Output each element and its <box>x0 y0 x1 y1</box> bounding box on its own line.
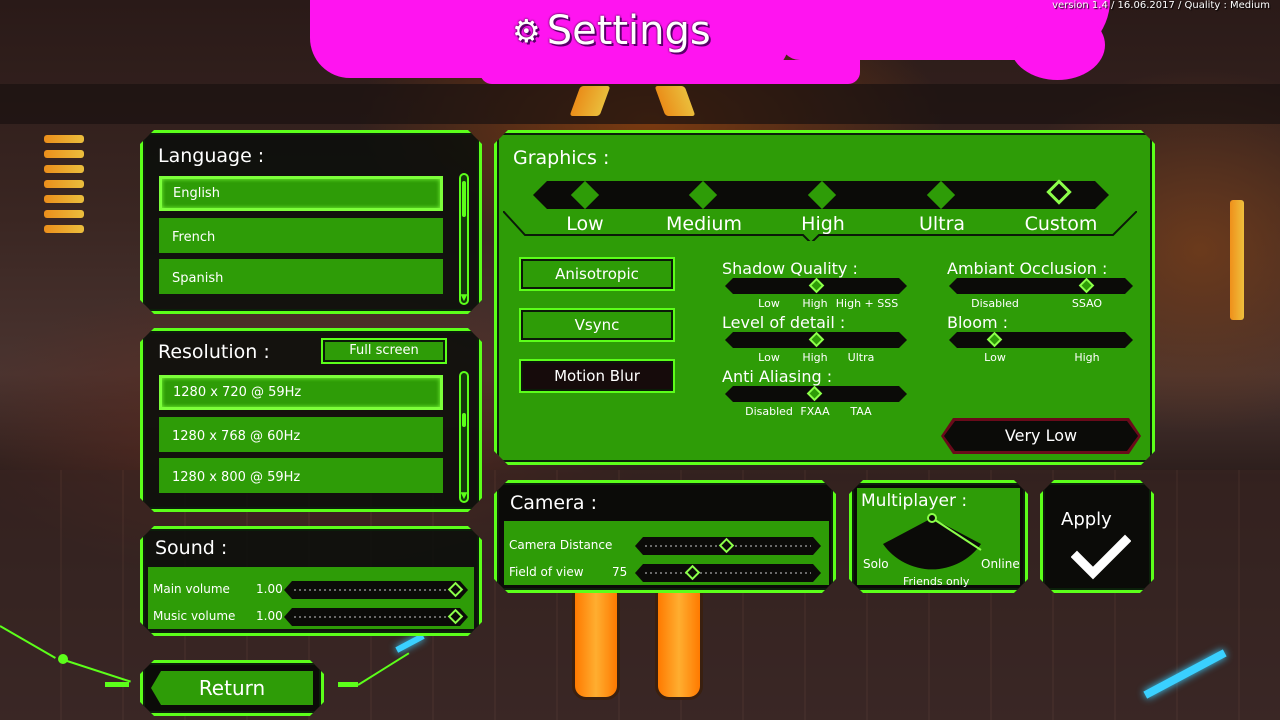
multiplayer-controls: Multiplayer : Solo Friends only Online <box>857 488 1020 585</box>
multiplayer-selector[interactable] <box>877 510 987 580</box>
multiplayer-option-online[interactable]: Online <box>981 557 1020 571</box>
bg-light <box>44 225 84 233</box>
level-of-detail-title: Level of detail : <box>722 313 846 332</box>
sound-panel: Sound : Main volume 1.00 Music volume 1.… <box>140 526 482 636</box>
multiplayer-option-solo[interactable]: Solo <box>863 557 889 571</box>
shadow-quality-title: Shadow Quality : <box>722 259 858 278</box>
music-volume-value: 1.00 <box>256 609 283 623</box>
anti-aliasing-title: Anti Aliasing : <box>722 367 833 386</box>
vsync-toggle[interactable]: Vsync <box>521 310 673 340</box>
resolution-item[interactable]: 1280 x 768 @ 60Hz <box>159 417 443 452</box>
ao-option: SSAO <box>1071 297 1103 310</box>
resolution-item[interactable]: 1280 x 720 @ 59Hz <box>159 375 443 410</box>
bloom-option: Low <box>984 351 1006 364</box>
fov-value: 75 <box>612 565 628 579</box>
language-item-english[interactable]: English <box>159 176 443 211</box>
version-label: version 1.4 / 16.06.2017 / Quality : Med… <box>1052 0 1270 11</box>
connector-line <box>105 682 129 687</box>
bg-light <box>1230 200 1244 320</box>
camera-distance-label: Camera Distance <box>509 538 613 552</box>
shadow-option: High + SSS <box>835 297 899 310</box>
language-scrollbar[interactable] <box>459 173 469 305</box>
sound-controls: Main volume 1.00 Music volume 1.00 <box>148 567 474 629</box>
scrollbar-thumb[interactable] <box>462 413 466 427</box>
slider-ticks <box>294 616 458 618</box>
ambiant-occlusion-title: Ambiant Occlusion : <box>947 259 1108 278</box>
bg-light <box>44 210 84 218</box>
camera-controls: Camera Distance Field of view 75 <box>504 521 829 585</box>
gear-icon: ⚙ <box>512 12 541 50</box>
fov-label: Field of view <box>509 565 584 579</box>
resolution-header: Resolution : <box>158 341 270 363</box>
title-banner-bg <box>480 60 860 84</box>
apply-button[interactable]: Apply <box>1040 480 1154 593</box>
ambiant-occlusion-slider[interactable] <box>949 278 1133 294</box>
bloom-title: Bloom : <box>947 313 1009 332</box>
page-title: ⚙ Settings <box>512 4 711 58</box>
camera-header: Camera : <box>510 492 598 514</box>
very-low-button[interactable]: Very Low <box>944 421 1138 451</box>
main-volume-slider[interactable] <box>284 581 468 599</box>
aa-option: TAA <box>850 405 872 418</box>
language-panel: Language : English French Spanish ▼ <box>140 130 482 314</box>
checkmark-icon <box>1071 533 1131 581</box>
bg-ceiling <box>0 84 1280 124</box>
music-volume-label: Music volume <box>153 609 236 623</box>
slider-ticks <box>645 572 811 574</box>
graphics-panel: Graphics : Low Medium High Ultra Custom … <box>494 130 1155 465</box>
character-leg <box>572 580 620 700</box>
character-leg <box>655 580 703 700</box>
lod-option: Ultra <box>847 351 875 364</box>
very-low-button-frame: Very Low <box>941 418 1141 454</box>
graphics-divider <box>503 211 1137 241</box>
bg-light <box>44 180 84 188</box>
bg-light <box>44 195 84 203</box>
return-frame: Return <box>140 660 324 716</box>
title-banner-bg <box>1010 10 1105 80</box>
fullscreen-button[interactable]: Full screen <box>323 340 445 362</box>
ao-option: Disabled <box>971 297 1019 310</box>
resolution-item[interactable]: 1280 x 800 @ 59Hz <box>159 458 443 493</box>
sound-header: Sound : <box>155 537 228 559</box>
language-header: Language : <box>158 145 265 167</box>
motion-blur-toggle[interactable]: Motion Blur <box>521 361 673 391</box>
main-volume-value: 1.00 <box>256 582 283 596</box>
resolution-scrollbar[interactable] <box>459 371 469 503</box>
language-item-spanish[interactable]: Spanish <box>159 259 443 294</box>
return-button[interactable]: Return <box>151 671 313 705</box>
bg-light <box>44 165 84 173</box>
bg-light <box>44 135 84 143</box>
resolution-panel: Resolution : Full screen 1280 x 720 @ 59… <box>140 328 482 512</box>
bloom-slider[interactable] <box>949 332 1133 348</box>
slider-ticks <box>294 589 458 591</box>
anisotropic-toggle[interactable]: Anisotropic <box>521 259 673 289</box>
main-volume-label: Main volume <box>153 582 230 596</box>
chevron-down-icon[interactable]: ▼ <box>459 293 469 303</box>
connector-line <box>338 682 358 687</box>
graphics-header: Graphics : <box>513 147 610 169</box>
language-item-french[interactable]: French <box>159 218 443 253</box>
camera-panel: Camera : Camera Distance Field of view 7… <box>494 480 836 593</box>
multiplayer-option-friends[interactable]: Friends only <box>903 575 969 588</box>
scrollbar-thumb[interactable] <box>462 181 466 217</box>
fov-slider[interactable] <box>635 564 821 582</box>
apply-label: Apply <box>1061 509 1112 530</box>
chevron-down-icon[interactable]: ▼ <box>459 491 469 501</box>
multiplayer-header: Multiplayer : <box>861 491 968 511</box>
bloom-option: High <box>1074 351 1100 364</box>
page-title-text: Settings <box>546 8 711 54</box>
bg-light <box>44 150 84 158</box>
multiplayer-panel: Multiplayer : Solo Friends only Online <box>849 480 1028 593</box>
music-volume-slider[interactable] <box>284 608 468 626</box>
